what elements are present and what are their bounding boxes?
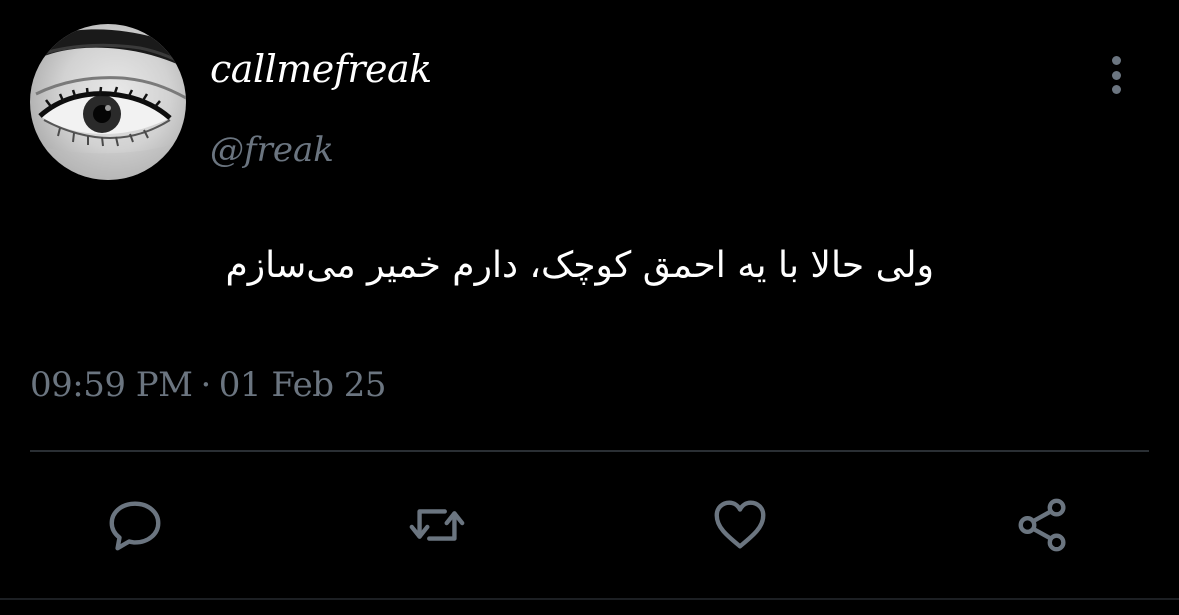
user-handle[interactable]: @freak bbox=[210, 127, 334, 173]
heart-icon bbox=[714, 500, 766, 549]
reply-button[interactable] bbox=[100, 490, 170, 560]
tweet-timestamp[interactable]: 09:59 PM · 01 Feb 25 bbox=[30, 362, 387, 408]
timestamp-separator: · bbox=[200, 365, 211, 405]
more-dot-icon bbox=[1111, 70, 1121, 80]
divider bbox=[30, 450, 1149, 452]
bottom-divider bbox=[0, 598, 1179, 600]
tweet-time: 09:59 PM bbox=[30, 365, 193, 405]
more-dot-icon bbox=[1111, 85, 1121, 94]
avatar-eye-image bbox=[30, 29, 186, 180]
avatar[interactable] bbox=[30, 24, 186, 180]
more-options-button[interactable] bbox=[1098, 52, 1134, 98]
share-icon bbox=[1018, 498, 1066, 552]
tweet-card: callmefreak @freak ولی حالا با یه احمق ک… bbox=[0, 0, 1179, 615]
retweet-button[interactable] bbox=[402, 490, 472, 560]
more-dot-icon bbox=[1111, 56, 1121, 65]
retweet-icon bbox=[409, 509, 465, 541]
action-bar bbox=[0, 490, 1179, 560]
like-button[interactable] bbox=[705, 490, 775, 560]
comment-icon bbox=[109, 501, 161, 551]
share-button[interactable] bbox=[1008, 490, 1078, 560]
display-name[interactable]: callmefreak bbox=[210, 44, 432, 94]
tweet-text: ولی حالا با یه احمق کوچک، دارم خمیر می‌س… bbox=[225, 245, 935, 286]
tweet-date: 01 Feb 25 bbox=[218, 365, 387, 405]
